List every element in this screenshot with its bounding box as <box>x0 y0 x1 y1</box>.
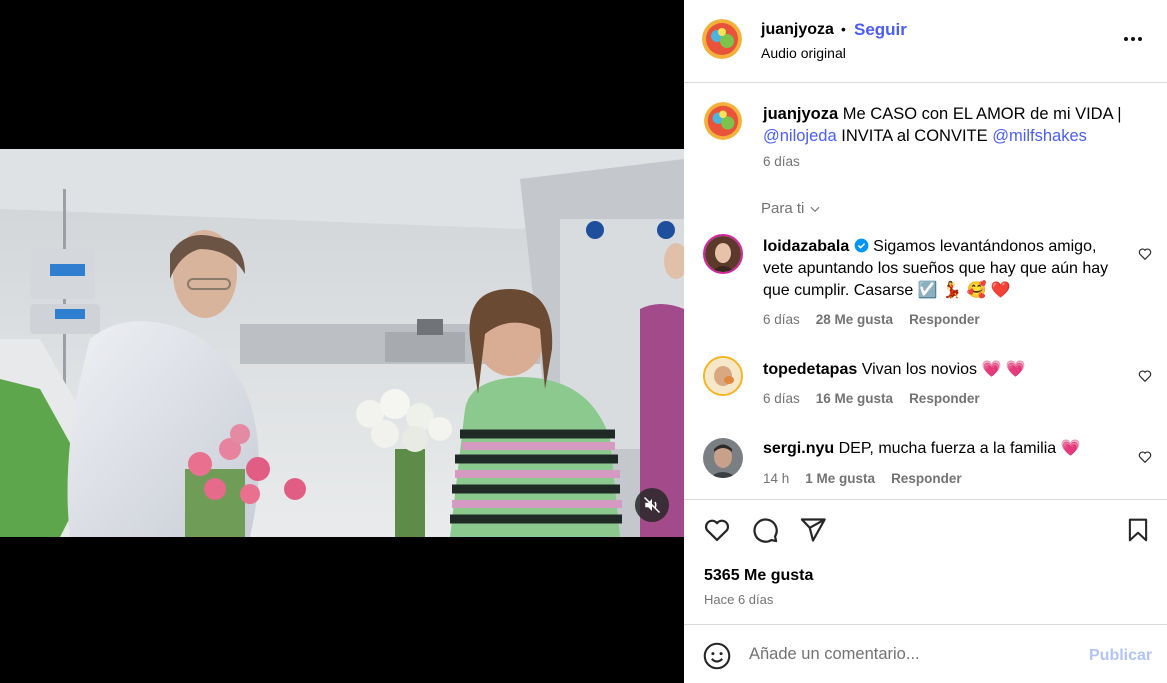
comment-composer: Publicar <box>684 624 1167 683</box>
chevron-down-icon <box>810 206 820 212</box>
comment-like-button[interactable] <box>1138 247 1152 266</box>
author-username[interactable]: juanjyoza <box>761 21 834 39</box>
comment-meta: 14 h 1 Me gusta Responder <box>763 471 962 486</box>
commenter-avatar[interactable] <box>703 438 743 478</box>
for-you-label: Para ti <box>761 200 805 217</box>
emoji-icon[interactable] <box>703 642 731 675</box>
bookmark-icon[interactable] <box>1125 516 1151 549</box>
posted-time[interactable]: Hace 6 días <box>704 592 773 607</box>
video-frame <box>0 149 684 537</box>
comment-time[interactable]: 14 h <box>763 471 789 486</box>
heart-outline-icon <box>1138 248 1152 261</box>
caption-time[interactable]: 6 días <box>763 154 800 169</box>
comments-scroll[interactable]: juanjyoza Me CASO con EL AMOR de mi VIDA… <box>684 84 1167 499</box>
separator-dot: • <box>841 21 846 37</box>
comment-meta: 6 días 16 Me gusta Responder <box>763 391 980 406</box>
post-header: juanjyoza • Seguir Audio original <box>684 0 1167 83</box>
comment-emojis: ☑️ 💃 🥰 ❤️ <box>917 282 1011 299</box>
post-panel: juanjyoza • Seguir Audio original juanjy… <box>684 0 1167 683</box>
reply-button[interactable]: Responder <box>909 312 980 327</box>
comment-body: DEP, mucha fuerza a la familia <box>838 440 1057 457</box>
commenter-avatar[interactable] <box>703 234 743 274</box>
commenter-username[interactable]: loidazabala <box>763 238 849 255</box>
caption-username[interactable]: juanjyoza <box>763 105 838 123</box>
commenter-username[interactable]: topedetapas <box>763 361 857 378</box>
heart-icon[interactable] <box>703 516 731 549</box>
comment-likes[interactable]: 1 Me gusta <box>805 471 875 486</box>
caption-avatar[interactable] <box>704 102 742 140</box>
caption-text-2: INVITA al CONVITE <box>841 127 988 145</box>
audio-label[interactable]: Audio original <box>761 45 846 61</box>
mention-link[interactable]: @nilojeda <box>763 127 837 145</box>
commenter-avatar[interactable] <box>703 356 743 396</box>
likes-count[interactable]: 5365 Me gusta <box>704 567 813 585</box>
comment-body: Vivan los novios <box>861 361 978 378</box>
author-avatar[interactable] <box>702 19 742 59</box>
post-media <box>0 0 684 683</box>
heart-outline-icon <box>1138 451 1152 464</box>
comment-meta: 6 días 28 Me gusta Responder <box>763 312 980 327</box>
speaker-muted-icon <box>643 496 661 514</box>
comment-time[interactable]: 6 días <box>763 391 800 406</box>
verified-badge-icon <box>854 238 869 253</box>
comment-text: sergi.nyu DEP, mucha fuerza a la familia… <box>763 438 1123 460</box>
mute-button[interactable] <box>635 488 669 522</box>
comment-emojis: 💗 💗 <box>981 361 1026 378</box>
reply-button[interactable]: Responder <box>909 391 980 406</box>
follow-button[interactable]: Seguir <box>854 20 907 40</box>
more-options-icon[interactable] <box>1124 30 1146 48</box>
for-you-filter[interactable]: Para ti <box>761 200 822 217</box>
video-player[interactable] <box>0 149 684 537</box>
comment-time[interactable]: 6 días <box>763 312 800 327</box>
post-actions: 5365 Me gusta Hace 6 días <box>684 499 1167 625</box>
comment-like-button[interactable] <box>1138 369 1152 388</box>
comment-emojis: 💗 <box>1060 440 1081 457</box>
reply-button[interactable]: Responder <box>891 471 962 486</box>
comment-like-button[interactable] <box>1138 450 1152 469</box>
comment-input[interactable] <box>749 640 1069 668</box>
caption-text: juanjyoza Me CASO con EL AMOR de mi VIDA… <box>763 103 1143 147</box>
mention-link[interactable]: @milfshakes <box>992 127 1087 145</box>
comment-likes[interactable]: 28 Me gusta <box>816 312 893 327</box>
comment-text: loidazabala Sigamos levantándonos amigo,… <box>763 236 1123 302</box>
comment-likes[interactable]: 16 Me gusta <box>816 391 893 406</box>
commenter-username[interactable]: sergi.nyu <box>763 440 834 457</box>
comment-icon[interactable] <box>751 516 779 549</box>
heart-outline-icon <box>1138 370 1152 383</box>
publish-button[interactable]: Publicar <box>1089 647 1152 665</box>
comment-text: topedetapas Vivan los novios 💗 💗 <box>763 359 1123 381</box>
share-icon[interactable] <box>799 516 827 549</box>
caption-text-1: Me CASO con EL AMOR de mi VIDA | <box>842 105 1122 123</box>
